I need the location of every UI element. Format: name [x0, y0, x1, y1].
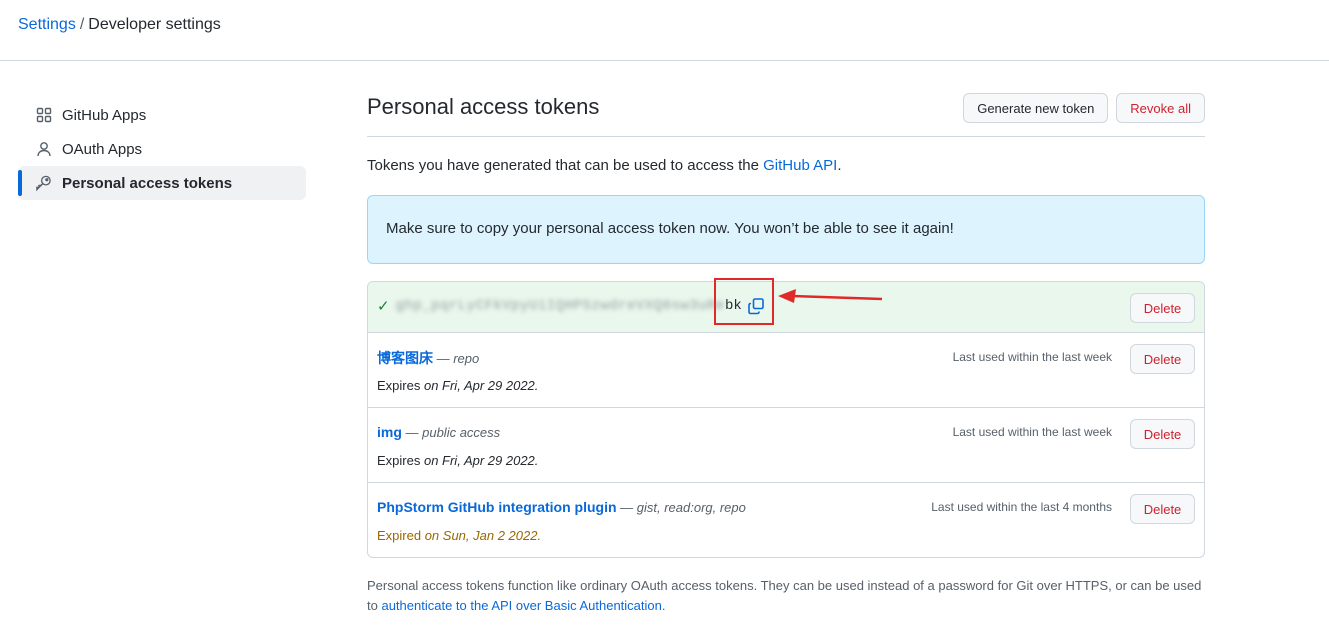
sidebar-item-label: OAuth Apps	[62, 140, 143, 158]
annotation-arrow-icon	[778, 289, 883, 303]
last-used-text: Last used within the last week	[952, 350, 1112, 364]
delete-button[interactable]: Delete	[1130, 293, 1195, 323]
header-actions: Generate new token Revoke all	[963, 93, 1205, 123]
token-row: PhpStorm GitHub integration plugin — gis…	[368, 482, 1204, 557]
token-row: img — public access Last used within the…	[368, 407, 1204, 482]
token-title: img — public access	[377, 424, 500, 440]
sidebar-item-personal-access-tokens[interactable]: Personal access tokens	[18, 166, 306, 200]
check-icon: ✓	[377, 297, 390, 315]
expiry-label: Expired	[377, 528, 425, 543]
generate-new-token-button[interactable]: Generate new token	[963, 93, 1109, 123]
expiry-date: on Fri, Apr 29 2022.	[423, 378, 539, 393]
sidebar-item-github-apps[interactable]: GitHub Apps	[18, 98, 306, 132]
sidebar-item-label: Personal access tokens	[62, 174, 233, 192]
key-icon	[35, 175, 52, 192]
token-name-link[interactable]: 博客图床	[377, 350, 433, 366]
delete-button[interactable]: Delete	[1130, 494, 1195, 524]
breadcrumb: Settings / Developer settings	[18, 15, 221, 35]
copy-token-notice: Make sure to copy your personal access t…	[367, 195, 1205, 264]
page-header: Personal access tokens Generate new toke…	[367, 86, 1205, 137]
footer-note: Personal access tokens function like ord…	[367, 576, 1205, 616]
expiry-date: on Sun, Jan 2 2022.	[424, 528, 542, 543]
token-title: 博客图床 — repo	[377, 348, 479, 368]
masked-token-text[interactable]: ghp_pqrLyCFkVpyUiIQHPSzwdreVXQ0sw3uRe	[396, 298, 725, 314]
revoke-all-button[interactable]: Revoke all	[1116, 93, 1205, 123]
token-row: 博客图床 — repo Last used within the last we…	[368, 332, 1204, 407]
breadcrumb-current: Developer settings	[88, 16, 221, 33]
sidebar-item-oauth-apps[interactable]: OAuth Apps	[18, 132, 306, 166]
token-scope: — gist, read:org, repo	[616, 500, 746, 515]
intro-text-body: Tokens you have generated that can be us…	[367, 157, 764, 174]
person-icon	[35, 141, 52, 158]
expiry-label: Expires	[377, 378, 424, 393]
token-expiry: Expired on Sun, Jan 2 2022.	[377, 528, 541, 543]
top-bar: Settings / Developer settings	[0, 0, 1329, 61]
intro-text: Tokens you have generated that can be us…	[367, 157, 841, 174]
breadcrumb-separator: /	[79, 16, 85, 33]
notice-message: Make sure to copy your personal access t…	[386, 220, 954, 237]
intro-suffix: .	[837, 157, 842, 174]
token-expiry: Expires on Fri, Apr 29 2022.	[377, 453, 538, 468]
last-used-text: Last used within the last week	[952, 425, 1112, 439]
page-title: Personal access tokens	[367, 94, 600, 119]
expiry-date: on Fri, Apr 29 2022.	[423, 453, 539, 468]
sidebar-item-label: GitHub Apps	[62, 106, 147, 124]
annotation-highlight-box	[714, 278, 774, 325]
token-scope: — repo	[433, 351, 480, 366]
apps-grid-icon	[35, 107, 52, 124]
token-scope: — public access	[401, 425, 501, 440]
token-name-link[interactable]: img	[377, 424, 402, 440]
token-list: ✓ ghp_pqrLyCFkVpyUiIQHPSzwdreVXQ0sw3uRe b…	[367, 281, 1205, 558]
new-token-value: ✓ ghp_pqrLyCFkVpyUiIQHPSzwdreVXQ0sw3uRe b…	[377, 296, 766, 316]
sidebar: GitHub Apps OAuth Apps Personal access t…	[18, 98, 306, 200]
last-used-text: Last used within the last 4 months	[931, 500, 1112, 514]
delete-button[interactable]: Delete	[1130, 344, 1195, 374]
token-name-link[interactable]: PhpStorm GitHub integration plugin	[377, 499, 617, 515]
token-title: PhpStorm GitHub integration plugin — gis…	[377, 499, 746, 515]
delete-button[interactable]: Delete	[1130, 419, 1195, 449]
footer-suffix: .	[661, 598, 666, 613]
expiry-label: Expires	[377, 453, 424, 468]
breadcrumb-settings-link[interactable]: Settings	[18, 16, 76, 33]
github-api-link[interactable]: GitHub API	[763, 157, 837, 174]
basic-auth-link[interactable]: authenticate to the API over Basic Authe…	[381, 598, 661, 613]
token-expiry: Expires on Fri, Apr 29 2022.	[377, 378, 538, 393]
main-content: Personal access tokens Generate new toke…	[367, 86, 1205, 613]
